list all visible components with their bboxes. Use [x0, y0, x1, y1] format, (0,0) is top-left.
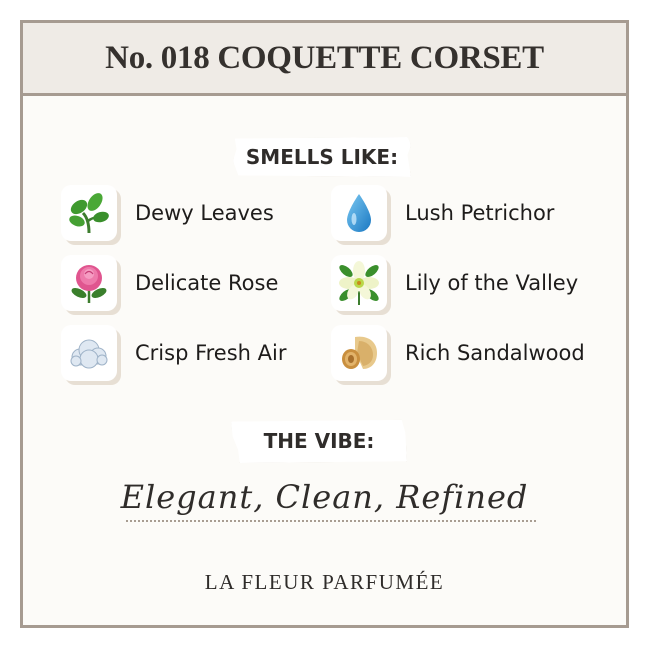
note-item: Lush Petrichor	[331, 185, 554, 241]
note-label: Rich Sandalwood	[405, 341, 585, 365]
smells-like-label: SMELLS LIKE:	[233, 137, 411, 177]
note-icon-tile	[61, 255, 117, 311]
note-item: Lily of the Valley	[331, 255, 578, 311]
note-label: Crisp Fresh Air	[135, 341, 287, 365]
note-label: Lily of the Valley	[405, 271, 579, 295]
header-band: No. 018 COQUETTE CORSET	[23, 23, 626, 96]
product-title: No. 018 COQUETTE CORSET	[105, 39, 544, 76]
brand-name: LA FLEUR PARFUMÉE	[204, 570, 445, 594]
note-item: Dewy Leaves	[61, 185, 274, 241]
water-drop-icon	[347, 194, 371, 232]
vibe-description: Elegant, Clean, Refined	[120, 478, 529, 516]
vibe-label-text: THE VIBE:	[263, 429, 375, 453]
note-icon-tile	[331, 185, 387, 241]
rose-icon	[71, 265, 107, 303]
leaves-icon	[69, 193, 109, 234]
note-icon-tile	[331, 255, 387, 311]
vibe-label: THE VIBE:	[231, 419, 407, 463]
lily-flower-icon	[339, 261, 379, 305]
note-icon-tile	[331, 325, 387, 381]
note-icon-tile	[61, 325, 117, 381]
wood-shavings-icon	[342, 336, 377, 369]
dotted-divider	[126, 520, 536, 522]
note-icon-tile	[61, 185, 117, 241]
smells-like-text: SMELLS LIKE:	[245, 145, 399, 169]
cloud-icon	[70, 339, 108, 369]
note-label: Dewy Leaves	[135, 201, 274, 225]
note-item: Crisp Fresh Air	[61, 325, 286, 381]
note-label: Delicate Rose	[135, 271, 279, 295]
note-item: Delicate Rose	[61, 255, 278, 311]
fragrance-card: No. 018 COQUETTE CORSET SMELLS LIKE: Dew…	[20, 20, 629, 628]
note-item: Rich Sandalwood	[331, 325, 585, 381]
note-label: Lush Petrichor	[405, 201, 555, 225]
